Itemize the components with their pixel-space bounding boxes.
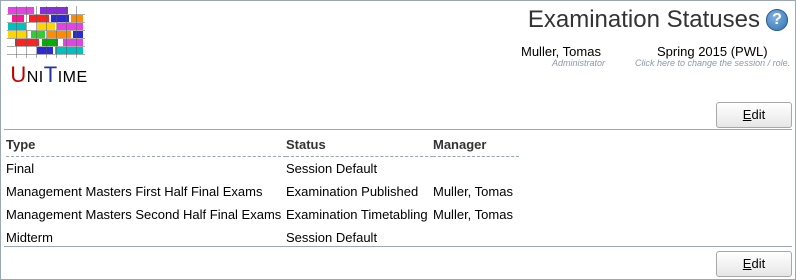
timetable-grid-icon — [7, 6, 85, 58]
column-header-manager[interactable]: Manager — [433, 134, 519, 157]
edit-button-label: Edit — [742, 256, 766, 271]
cell-manager — [433, 157, 519, 181]
session-name[interactable]: Spring 2015 (PWL) — [657, 44, 768, 59]
user-role: Administrator — [552, 58, 606, 68]
exam-status-table: Type Status Manager Final Session Defaul… — [6, 134, 519, 249]
unitime-logo[interactable]: UNITIME — [7, 6, 87, 90]
table-header-row: Type Status Manager — [6, 134, 519, 157]
divider-bottom — [4, 246, 792, 247]
edit-button-top[interactable]: Edit — [716, 102, 792, 128]
column-header-status[interactable]: Status — [286, 134, 433, 157]
cell-status: Session Default — [286, 161, 378, 176]
session-hint: Click here to change the session / role. — [635, 58, 791, 68]
cell-type: Management Masters Second Half Final Exa… — [6, 207, 282, 222]
help-icon[interactable]: ? — [766, 9, 788, 31]
table-row[interactable]: Management Masters Second Half Final Exa… — [6, 203, 519, 226]
cell-status: Examination Published — [286, 184, 419, 199]
edit-button-label: Edit — [742, 107, 766, 122]
cell-type: Final — [6, 161, 35, 176]
column-header-type[interactable]: Type — [6, 134, 286, 157]
cell-manager: Muller, Tomas — [433, 207, 513, 222]
cell-type: Management Masters First Half Final Exam… — [6, 184, 263, 199]
divider-top — [4, 129, 792, 130]
user-name[interactable]: Muller, Tomas — [521, 44, 601, 59]
logo-wordmark: UNITIME — [10, 62, 88, 87]
edit-button-bottom[interactable]: Edit — [716, 251, 792, 277]
table-row[interactable]: Final Session Default — [6, 157, 519, 181]
table-row[interactable]: Management Masters First Half Final Exam… — [6, 180, 519, 203]
cell-status: Examination Timetabling — [286, 207, 428, 222]
page-title: Examination Statuses — [527, 6, 760, 33]
cell-manager: Muller, Tomas — [433, 184, 513, 199]
